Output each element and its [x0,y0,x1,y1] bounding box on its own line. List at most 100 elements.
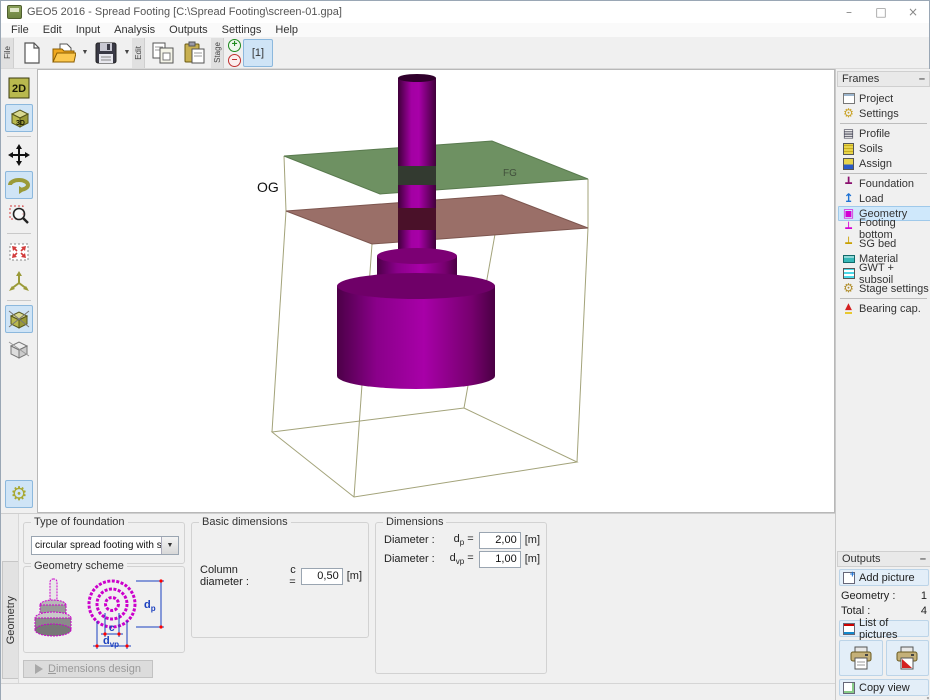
menu-file[interactable]: File [4,24,36,36]
2d-icon: 2D [8,77,30,99]
toolbar-separator [7,136,31,137]
diameter-dp-input[interactable] [479,532,521,549]
diameter-dvp-label: Diameter : [384,553,435,565]
add-stage-button[interactable]: + [228,39,241,52]
gwt-subsoil-icon [842,267,855,280]
project-icon [842,92,855,105]
view-wire-button[interactable] [5,335,33,363]
close-button[interactable]: × [897,1,929,23]
dimensions-design-button[interactable]: Dimensions design [23,660,153,678]
list-of-pictures-button[interactable]: List of pictures [839,620,929,637]
outputs-title: Outputs [842,553,881,565]
copy-button[interactable] [148,39,178,67]
dimensions-group: Dimensions Diameter : dp = [m] Diameter … [375,522,547,674]
frames-list: Project ⚙ Settings ▤ Profile Soils Assig… [836,89,930,316]
copy-icon [151,41,175,65]
zoom-extents-button[interactable] [5,238,33,266]
new-file-button[interactable] [17,39,47,67]
save-file-button[interactable] [91,39,121,67]
frame-item-bearing-cap[interactable]: ▲ Bearing cap. [838,301,930,316]
save-dropdown-arrow[interactable]: ▼ [122,39,132,67]
print-preview-button[interactable] [839,640,883,676]
printer-icon [848,645,874,671]
view-cube-corner-icon [8,308,30,330]
view-corner-button[interactable] [5,305,33,333]
wire-cube-icon [8,338,30,360]
diameter-dvp-unit: [m] [525,553,540,565]
app-window: GEO5 2016 - Spread Footing [C:\Spread Fo… [0,0,930,700]
frame-item-footing-bottom[interactable]: ┷ Footing bottom [838,221,930,236]
dvp-label: dvp [103,635,119,649]
c-label: c [109,623,115,634]
3d-viewport[interactable]: OG FG [37,69,835,513]
frame-item-load[interactable]: ↥ Load [838,191,930,206]
assign-icon [842,157,855,170]
frames-minimize-button[interactable]: – [919,76,925,82]
frames-separator [840,123,927,124]
copy-view-icon [843,682,855,694]
frame-item-project[interactable]: Project [838,91,930,106]
frame-item-foundation[interactable]: ┻ Foundation [838,176,930,191]
add-picture-button[interactable]: Add picture [839,569,929,586]
frame-item-settings[interactable]: ⚙ Settings [838,106,930,121]
sg-bed-icon: ┷ [842,237,855,250]
menu-edit[interactable]: Edit [36,24,69,36]
maximize-button[interactable]: □ [865,1,897,23]
view-2d-button[interactable]: 2D [5,74,33,102]
combo-dropdown-icon[interactable]: ▼ [161,537,178,554]
toolbar-group-file: File [1,38,14,68]
geometry-input-panel: Geometry Type of foundation circular spr… [1,513,835,683]
copy-view-button[interactable]: Copy view [839,679,929,696]
minimize-button[interactable]: – [833,1,865,23]
stage-settings-icon: ⚙ [842,282,855,295]
frame-item-assign[interactable]: Assign [838,156,930,171]
toolbar-group-edit: Edit [132,38,145,68]
type-of-foundation-value: circular spread footing with steps [32,540,161,551]
paste-button[interactable] [180,39,210,67]
type-of-foundation-select[interactable]: circular spread footing with steps ▼ [31,536,179,555]
menu-input[interactable]: Input [69,24,107,36]
bottom-tab-strip: Geometry [1,514,19,683]
outputs-panel-header: Outputs – [837,551,930,567]
rotate-button[interactable] [5,171,33,199]
open-folder-icon [52,42,76,64]
outputs-minimize-button[interactable]: – [920,556,926,562]
geometry-count-row: Geometry : 1 [836,588,930,603]
menu-analysis[interactable]: Analysis [107,24,162,36]
axes-button[interactable] [5,268,33,296]
toolbar-separator [7,300,31,301]
frame-item-soils[interactable]: Soils [838,141,930,156]
save-floppy-icon [95,42,117,64]
footing-pictogram-icon [35,579,71,636]
window-title: GEO5 2016 - Spread Footing [C:\Spread Fo… [27,6,342,18]
menu-help[interactable]: Help [268,24,305,36]
open-dropdown-arrow[interactable]: ▼ [80,39,90,67]
zoom-button[interactable] [5,201,33,229]
dvp-symbol: dvp = [450,552,474,566]
dp-label: dp [144,599,156,613]
column-diameter-input[interactable] [301,568,343,585]
settings-gear-icon: ⚙ [842,107,855,120]
stage-1-button[interactable]: [1] [243,39,273,67]
fg-plane-label: FG [503,168,517,179]
geometry-icon: ▣ [842,207,855,220]
view-settings-button[interactable]: ⚙ [5,480,33,508]
pan-arrows-icon [8,144,30,166]
frames-panel-header: Frames – [837,71,930,87]
frame-item-stage-settings[interactable]: ⚙ Stage settings [838,281,930,296]
open-file-button[interactable] [49,39,79,67]
soils-icon [842,142,855,155]
c-symbol: c = [282,564,296,588]
remove-stage-button[interactable]: – [228,54,241,67]
menu-settings[interactable]: Settings [215,24,269,36]
print-picture-button[interactable] [886,640,930,676]
menu-outputs[interactable]: Outputs [162,24,215,36]
view-3d-button[interactable]: 3D [5,104,33,132]
tab-geometry[interactable]: Geometry [2,561,18,679]
pan-button[interactable] [5,141,33,169]
diameter-dvp-input[interactable] [479,551,521,568]
frame-item-gwt-subsoil[interactable]: GWT + subsoil [838,266,930,281]
frame-item-profile[interactable]: ▤ Profile [838,126,930,141]
column-diameter-label: Column diameter : [200,564,282,588]
geometry-count-value: 1 [921,590,927,602]
